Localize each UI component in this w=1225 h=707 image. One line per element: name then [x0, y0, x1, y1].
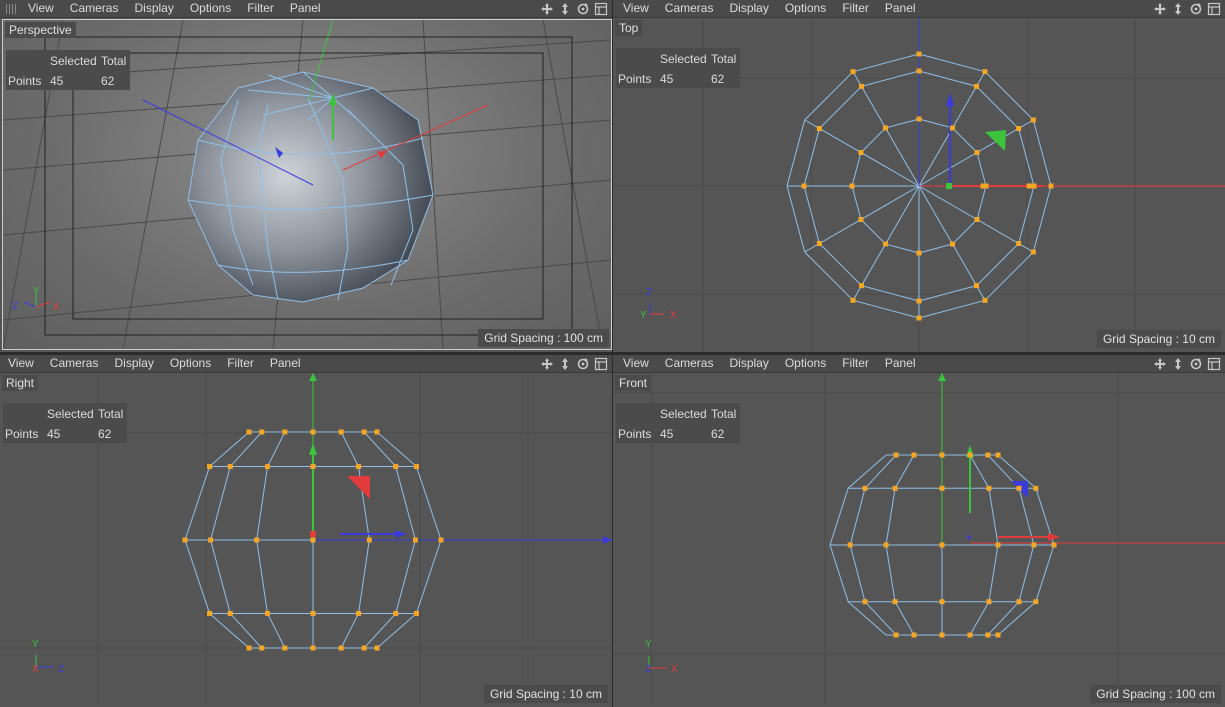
menu-view[interactable]: View	[2, 355, 42, 372]
menu-filter[interactable]: Filter	[239, 0, 282, 17]
gizmo-label-y: Y	[33, 286, 40, 297]
stats-row-label: Points	[8, 74, 42, 88]
stats-total-value: 62	[101, 74, 115, 88]
viewport-front[interactable]: View Cameras Display Options Filter Pane…	[613, 355, 1225, 707]
viewport-right[interactable]: View Cameras Display Options Filter Pane…	[0, 355, 612, 707]
point-stats: Selected Total Points 45 62	[6, 50, 130, 90]
grid-spacing-label: Grid Spacing : 100 cm	[1090, 685, 1221, 703]
stats-row-label: Points	[5, 427, 39, 441]
stats-selected-value: 45	[47, 427, 61, 441]
viewport-top[interactable]: View Cameras Display Options Filter Pane…	[613, 0, 1225, 352]
viewport-canvas[interactable]: + Y Z X Front Selected Total Points 45 6…	[613, 373, 1225, 707]
move-view-icon[interactable]	[1153, 357, 1167, 371]
gizmo-label-y: Y	[32, 639, 39, 650]
viewport-menubar: View Cameras Display Options Filter Pane…	[0, 0, 612, 18]
stats-selected-value: 45	[660, 72, 674, 86]
menu-panel[interactable]: Panel	[262, 355, 309, 372]
gizmo-label-z: Z	[646, 287, 652, 298]
viewport-menubar: View Cameras Display Options Filter Pane…	[0, 355, 612, 373]
grid-spacing-label: Grid Spacing : 100 cm	[478, 329, 609, 347]
menu-view[interactable]: View	[617, 0, 657, 17]
stats-selected-value: 45	[660, 427, 674, 441]
menu-filter[interactable]: Filter	[219, 355, 262, 372]
menu-cameras[interactable]: Cameras	[657, 355, 722, 372]
menu-panel[interactable]: Panel	[282, 0, 329, 17]
stats-total-header: Total	[101, 54, 127, 68]
menu-panel[interactable]: Panel	[877, 355, 924, 372]
stats-total-value: 62	[711, 427, 725, 441]
stats-row-label: Points	[618, 427, 652, 441]
move-view-icon[interactable]	[540, 357, 554, 371]
gizmo-label-x: X	[670, 310, 677, 321]
menu-options[interactable]: Options	[777, 0, 834, 17]
viewport-menubar: View Cameras Display Options Filter Pane…	[613, 355, 1225, 373]
viewport-canvas[interactable]: Y X Z Perspective Selected Total Points …	[2, 19, 612, 350]
camera-label[interactable]: Perspective	[5, 22, 76, 38]
toggle-layout-icon[interactable]	[1207, 2, 1221, 16]
rotate-view-icon[interactable]	[1189, 357, 1203, 371]
grid-spacing-label: Grid Spacing : 10 cm	[483, 685, 608, 703]
zoom-view-icon[interactable]	[1171, 2, 1185, 16]
stats-total-header: Total	[711, 407, 737, 421]
camera-label[interactable]: Top	[615, 20, 643, 36]
stats-total-header: Total	[98, 407, 124, 421]
gizmo-label-y: Y	[640, 310, 647, 321]
toggle-layout-icon[interactable]	[594, 2, 608, 16]
menu-cameras[interactable]: Cameras	[42, 355, 107, 372]
gizmo-label-z: Z	[645, 664, 651, 675]
stats-total-header: Total	[711, 52, 737, 66]
camera-label[interactable]: Right	[2, 375, 39, 391]
menu-panel[interactable]: Panel	[877, 0, 924, 17]
stats-selected-header: Selected	[50, 54, 97, 68]
rotate-view-icon[interactable]	[1189, 2, 1203, 16]
viewport-perspective[interactable]: View Cameras Display Options Filter Pane…	[0, 0, 612, 352]
stats-selected-header: Selected	[660, 52, 707, 66]
menu-view[interactable]: View	[617, 355, 657, 372]
gizmo-label-y: Y	[645, 639, 652, 650]
stats-selected-header: Selected	[660, 407, 707, 421]
menu-view[interactable]: View	[22, 0, 62, 17]
point-stats: Selected Total Points 45 62	[616, 403, 740, 443]
stats-selected-header: Selected	[47, 407, 94, 421]
zoom-view-icon[interactable]	[558, 2, 572, 16]
point-stats: Selected Total Points 45 62	[616, 48, 740, 88]
move-view-icon[interactable]	[1153, 2, 1167, 16]
menu-display[interactable]: Display	[126, 0, 181, 17]
gizmo-label-x: X	[671, 664, 678, 675]
menu-display[interactable]: Display	[106, 355, 161, 372]
menu-options[interactable]: Options	[162, 355, 219, 372]
panel-grip[interactable]	[6, 3, 18, 14]
viewport-canvas[interactable]: Y X Z Right Selected Total Points 45 62 …	[0, 373, 612, 707]
rotate-view-icon[interactable]	[576, 357, 590, 371]
gizmo-label-z: Z	[58, 664, 64, 675]
stats-total-value: 62	[711, 72, 725, 86]
viewport-canvas[interactable]: Z Y X Top Selected Total Points 45 62 Gr…	[613, 18, 1225, 352]
zoom-view-icon[interactable]	[1171, 357, 1185, 371]
menu-cameras[interactable]: Cameras	[62, 0, 127, 17]
stats-row-label: Points	[618, 72, 652, 86]
gizmo-label-x: X	[53, 302, 60, 313]
toggle-layout-icon[interactable]	[594, 357, 608, 371]
viewport-menubar: View Cameras Display Options Filter Pane…	[613, 0, 1225, 18]
zoom-view-icon[interactable]	[558, 357, 572, 371]
point-stats: Selected Total Points 45 62	[3, 403, 127, 443]
menu-options[interactable]: Options	[182, 0, 239, 17]
menu-display[interactable]: Display	[721, 0, 776, 17]
menu-filter[interactable]: Filter	[834, 355, 877, 372]
menu-options[interactable]: Options	[777, 355, 834, 372]
gizmo-label-z: Z	[12, 301, 18, 312]
toggle-layout-icon[interactable]	[1207, 357, 1221, 371]
rotate-view-icon[interactable]	[576, 2, 590, 16]
menu-cameras[interactable]: Cameras	[657, 0, 722, 17]
camera-label[interactable]: Front	[615, 375, 652, 391]
stats-total-value: 62	[98, 427, 112, 441]
gizmo-label-x: X	[32, 664, 39, 675]
menu-filter[interactable]: Filter	[834, 0, 877, 17]
move-view-icon[interactable]	[540, 2, 554, 16]
grid-spacing-label: Grid Spacing : 10 cm	[1096, 330, 1221, 348]
stats-selected-value: 45	[50, 74, 64, 88]
menu-display[interactable]: Display	[721, 355, 776, 372]
